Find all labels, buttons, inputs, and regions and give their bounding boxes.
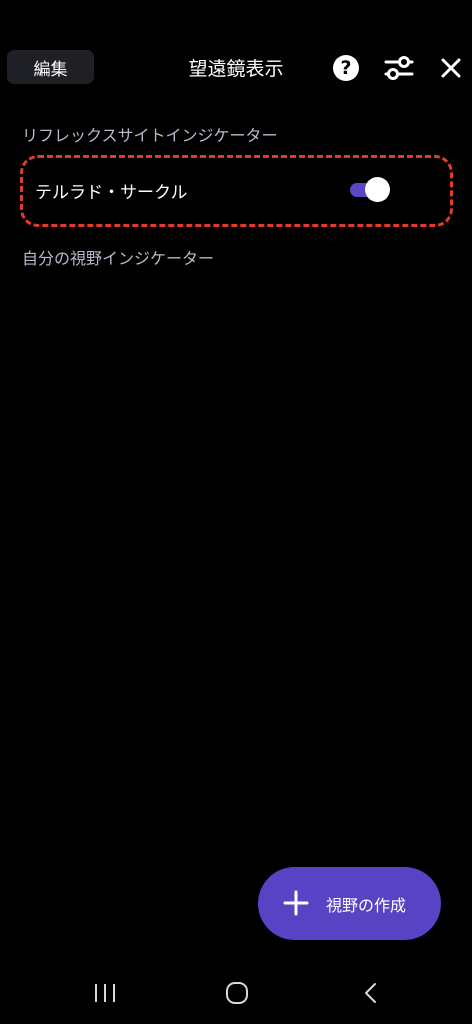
help-button[interactable]: ?	[333, 55, 359, 81]
nav-back-button[interactable]	[360, 981, 380, 1005]
nav-recents-button[interactable]	[92, 982, 118, 1004]
toggle-thumb	[365, 177, 390, 202]
telrad-circle-toggle[interactable]	[348, 177, 392, 203]
section-heading-reflex-sight: リフレックスサイトインジケーター	[22, 126, 278, 145]
edit-button[interactable]: 編集	[7, 50, 94, 84]
recents-icon	[95, 984, 115, 1002]
back-icon	[365, 983, 376, 1003]
nav-home-button[interactable]	[225, 981, 249, 1005]
page-title: 望遠鏡表示	[188, 58, 284, 80]
telrad-circle-label: テルラド・サークル	[35, 183, 188, 203]
sliders-icon	[384, 56, 414, 80]
close-button[interactable]	[437, 54, 465, 82]
help-icon: ?	[340, 57, 352, 79]
settings-sliders-button[interactable]	[383, 53, 415, 83]
create-fov-button[interactable]: 視野の作成	[258, 867, 441, 940]
create-fov-label: 視野の作成	[326, 896, 407, 915]
plus-icon	[283, 890, 309, 916]
close-icon	[441, 58, 461, 78]
section-heading-own-fov: 自分の視野インジケーター	[22, 249, 215, 268]
screen: 編集 望遠鏡表示 ? リフレックスサイトインジケーター テルラド・サークル 自分…	[0, 0, 472, 1024]
edit-button-label: 編集	[33, 59, 68, 80]
home-icon	[226, 982, 248, 1004]
